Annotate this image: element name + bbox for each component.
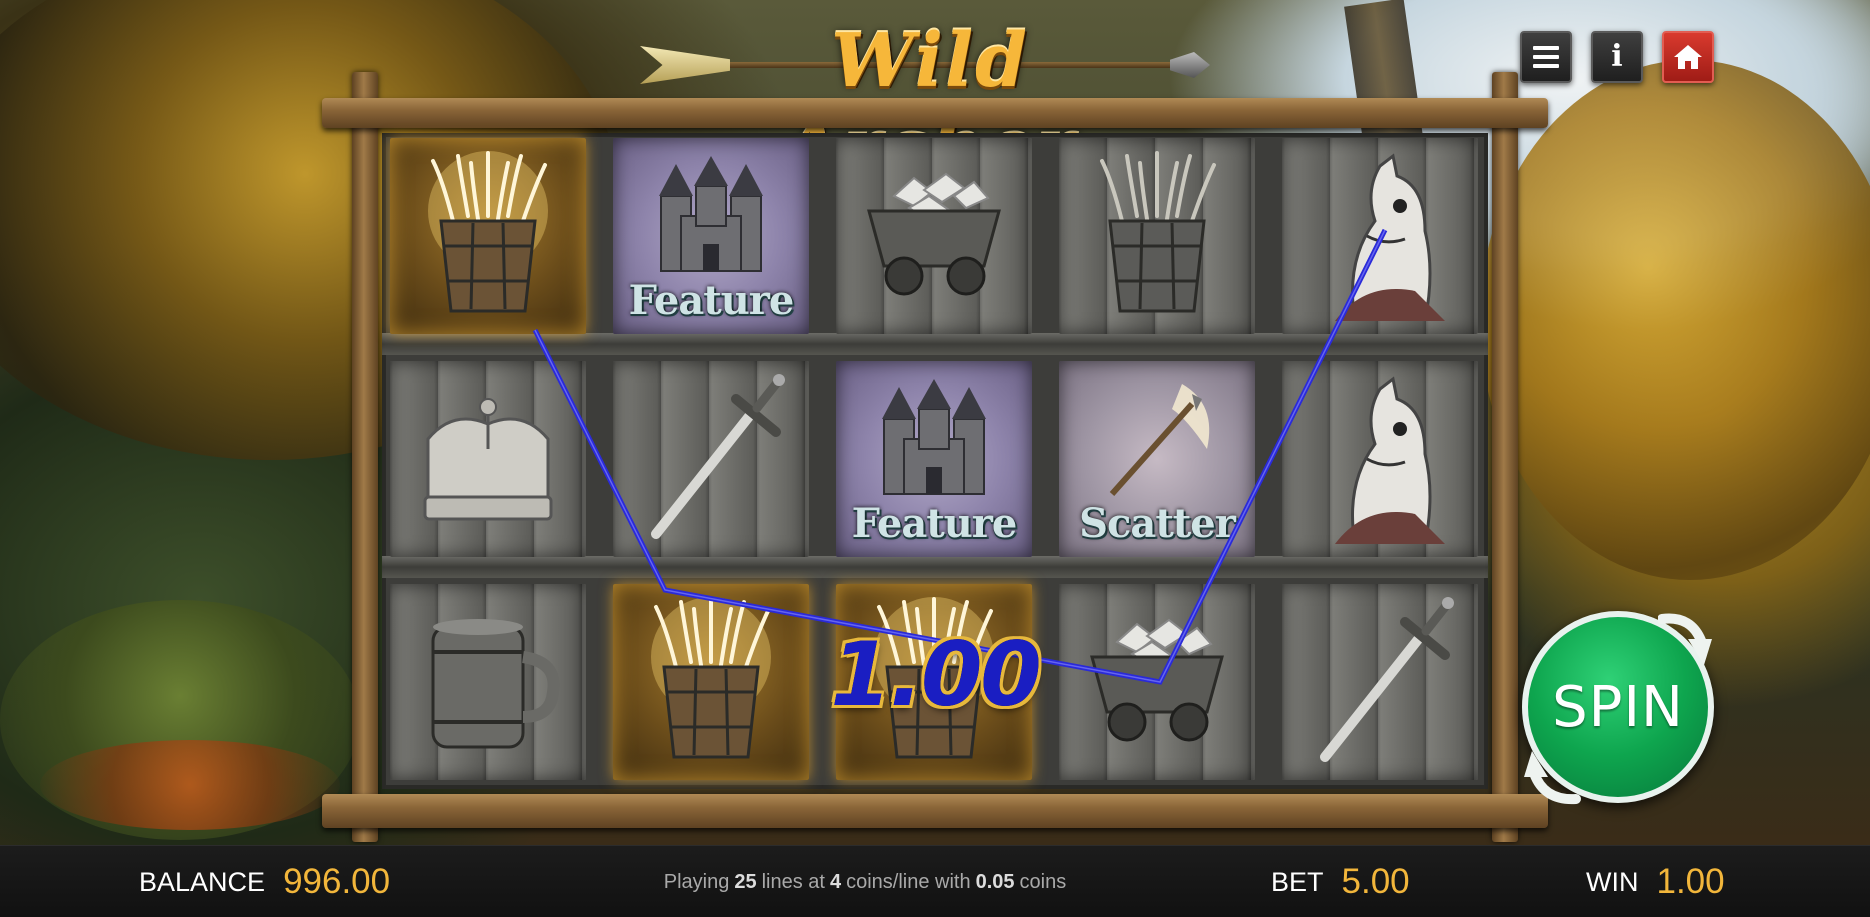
horse-icon <box>1282 361 1478 557</box>
spin-label: SPIN <box>1552 674 1684 740</box>
reel-cell <box>613 361 809 557</box>
reel-cell <box>1282 138 1478 334</box>
symbol-label: Feature <box>628 277 795 324</box>
logo-arrow-head <box>1170 52 1210 78</box>
reel-cell <box>613 584 809 780</box>
menu-icon <box>1533 46 1559 68</box>
reel-cell <box>390 361 586 557</box>
bet-value: 5.00 <box>1341 862 1410 901</box>
home-button[interactable] <box>1662 31 1714 83</box>
spin-arrow-top-icon <box>1658 609 1714 665</box>
sword-icon <box>613 361 809 557</box>
symbol-label: Feature <box>851 500 1018 547</box>
wheat-basket-icon <box>613 584 809 780</box>
menu-button[interactable] <box>1520 31 1572 83</box>
win-value: 1.00 <box>1656 862 1725 901</box>
bet-summary: Playing 25 lines at 4 coins/line with 0.… <box>600 846 1130 917</box>
reel-cell <box>390 138 586 334</box>
reel-cell <box>1059 138 1255 334</box>
wheat-basket-icon <box>390 138 586 334</box>
ore-cart-icon <box>836 138 1032 334</box>
horse-icon <box>1282 138 1478 334</box>
wheat-basket-icon <box>1059 138 1255 334</box>
status-bar: BALANCE 996.00 Playing 25 lines at 4 coi… <box>0 845 1870 917</box>
win-display: WIN 1.00 <box>1586 846 1725 917</box>
home-icon <box>1673 43 1703 71</box>
reel-cell <box>390 584 586 780</box>
sword-icon <box>1282 584 1478 780</box>
reel-cell <box>1282 584 1478 780</box>
spin-control[interactable]: SPIN <box>1518 607 1718 807</box>
lines-text: lines at <box>761 870 825 893</box>
coins-per-line-text: coins/line with <box>846 870 971 893</box>
win-label: WIN <box>1586 866 1639 897</box>
ore-cart-icon <box>1059 584 1255 780</box>
info-icon: i <box>1611 39 1623 74</box>
balance-label: BALANCE <box>139 866 266 897</box>
logo-arrow-fletching <box>640 46 730 84</box>
reel-cell: Feature <box>613 138 809 334</box>
balance-display: BALANCE 996.00 <box>139 846 390 917</box>
reel-cell: Feature <box>836 361 1032 557</box>
barrel-mug-icon <box>390 584 586 780</box>
info-button[interactable]: i <box>1591 31 1643 83</box>
spin-arrow-bottom-icon <box>1522 749 1581 805</box>
bet-display[interactable]: BET 5.00 <box>1271 846 1410 917</box>
lines-count: 25 <box>734 870 757 893</box>
coin-value: 0.05 <box>975 870 1015 893</box>
balance-value: 996.00 <box>283 862 391 901</box>
crown-icon <box>390 361 586 557</box>
reel-cell <box>1282 361 1478 557</box>
bet-label: BET <box>1271 866 1324 897</box>
symbol-label: Scatter <box>1079 500 1236 547</box>
reel-cell: Scatter <box>1059 361 1255 557</box>
win-amount-popup: 1.00 <box>830 623 1041 726</box>
playing-prefix: Playing <box>663 870 730 893</box>
reel-cell <box>1059 584 1255 780</box>
coin-text: coins <box>1019 870 1067 893</box>
reel-cell <box>836 138 1032 334</box>
coins-per-line: 4 <box>829 870 842 893</box>
